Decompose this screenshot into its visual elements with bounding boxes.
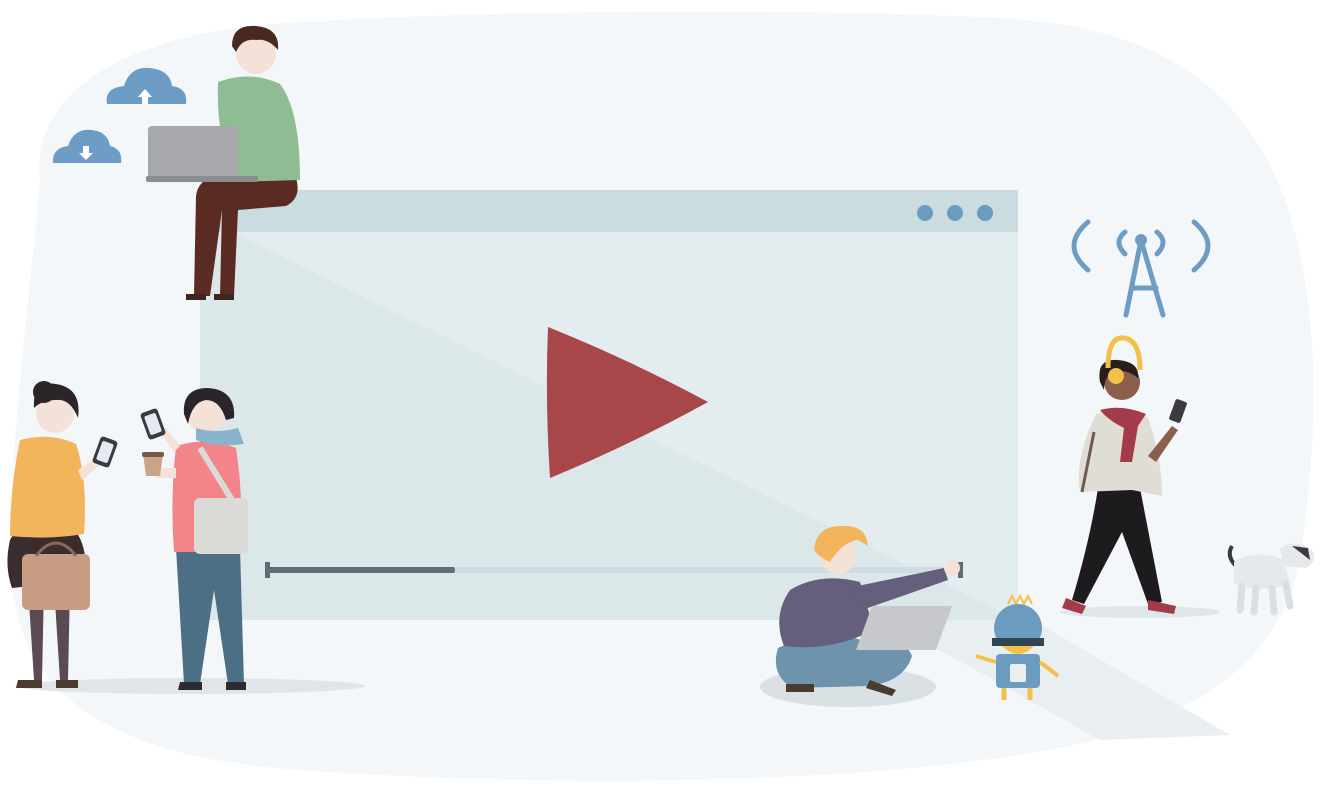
hand	[944, 560, 960, 576]
coffee-lid	[142, 452, 164, 457]
tote-bag	[22, 554, 90, 610]
laptop-base	[146, 176, 258, 182]
laptop	[856, 606, 952, 650]
top	[10, 436, 85, 538]
shoulder-bag	[194, 498, 248, 554]
robot-visor	[992, 638, 1044, 646]
hair-bun	[33, 381, 55, 403]
coffee-cup	[143, 454, 163, 476]
window-dots-icon	[917, 205, 993, 221]
illustration-scene	[0, 0, 1328, 791]
illustration-canvas	[7, 11, 1314, 781]
laptop	[148, 126, 238, 180]
progress-fill	[268, 567, 455, 573]
headphones-ear	[1108, 368, 1124, 384]
robot-panel	[1010, 664, 1026, 682]
progress-start-cap	[265, 562, 270, 578]
player-title-bar	[200, 190, 1018, 232]
